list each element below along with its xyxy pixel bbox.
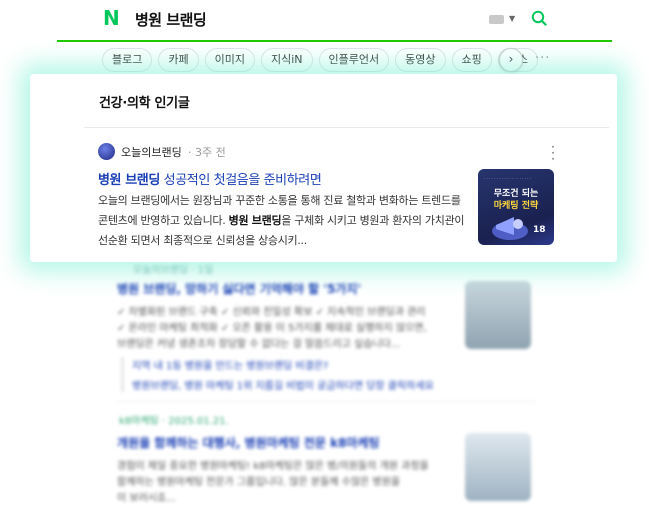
- result-title[interactable]: 병원 브랜딩, 망하기 싫다면 기억해야 할 '5가지': [117, 280, 361, 297]
- author-name[interactable]: 오늘의브랜딩: [121, 144, 182, 160]
- thumbnail-caption: · · · · · · · · · · · · · · · · · · ·: [484, 176, 532, 181]
- post-thumbnail[interactable]: · · · · · · · · · · · · · · · · · · · 무조…: [478, 169, 554, 245]
- search-query[interactable]: 병원 브랜딩: [135, 9, 207, 30]
- thumbnail-headline-accent: 마케팅 전략: [493, 201, 539, 211]
- image-count-badge: 18: [533, 225, 546, 235]
- result-snippet: 브랜딩은 커녕 생존조차 장담할 수 없다는 걸 말씀드리고 싶습니다...: [117, 339, 401, 350]
- post-title-rest: 성공적인 첫걸음을 준비하려면: [159, 173, 322, 188]
- tab-5[interactable]: 동영상: [395, 48, 446, 72]
- tab-0[interactable]: 블로그: [102, 48, 153, 72]
- result-title[interactable]: 개원을 함께하는 대행사, 병원마케팅 전문 k8마케팅: [117, 434, 380, 451]
- tab-1[interactable]: 카페: [158, 48, 199, 72]
- search-icon[interactable]: [531, 10, 547, 26]
- result-author: k8마케팅 · 2025.01.21.: [119, 416, 229, 427]
- tab-2[interactable]: 이미지: [204, 48, 255, 72]
- avatar[interactable]: [98, 143, 115, 160]
- megaphone-icon: [492, 217, 528, 240]
- result-divider: [117, 401, 537, 402]
- result-related-links: 지역 내 1등 병원을 만드는 병원브랜딩 비결은? 병원브랜딩, 병원 마케팅…: [121, 357, 434, 392]
- chevron-down-icon[interactable]: ▼: [509, 14, 515, 23]
- result-snippet: 이 보러시죠...: [117, 493, 176, 504]
- post-title-link[interactable]: 병원 브랜딩 성공적인 첫걸음을 준비하려면: [98, 169, 322, 188]
- tabs-next-button[interactable]: ›: [499, 48, 523, 72]
- snippet-keyword: 병원 브랜딩: [228, 214, 282, 227]
- tab-4[interactable]: 인플루언서: [318, 48, 390, 72]
- naver-logo[interactable]: N: [103, 8, 122, 28]
- more-options-icon[interactable]: ···: [535, 51, 550, 66]
- section-title: 건강·의학 인기글: [99, 96, 190, 111]
- result-thumbnail[interactable]: [465, 281, 531, 349]
- tab-6[interactable]: 쇼핑: [451, 48, 492, 72]
- blurred-results: 오늘의브랜딩 · 1일 병원 브랜딩, 망하기 싫다면 기억해야 할 '5가지'…: [93, 255, 538, 512]
- result-snippet: ✓ 차별화된 브랜드 구축 ✓ 신뢰와 친밀성 확보 ✓ 지속적인 브랜딩과 관…: [117, 307, 426, 318]
- result-snippet: ✓ 온라인 마케팅 최적화 ✓ 오픈 활용 이 5가지를 제대로 실행하지 않으…: [117, 323, 427, 334]
- result-snippet: 경험이 제일 중요한 병원마케팅! k8마케팅은 많은 병/의원들의 개원 과정…: [117, 461, 429, 472]
- related-link[interactable]: 병원브랜딩, 병원 마케팅 1위 지름길 비법이 궁금하다면 당장 클릭하세요: [132, 377, 434, 392]
- result-thumbnail[interactable]: [465, 433, 531, 501]
- keyboard-icon[interactable]: [489, 15, 504, 24]
- related-link[interactable]: 지역 내 1등 병원을 만드는 병원브랜딩 비결은?: [132, 357, 434, 372]
- popular-post-card: 건강·의학 인기글 오늘의브랜딩 · 3주 전 · · · 병원 브랜딩 성공적인 …: [30, 74, 617, 262]
- post-title-highlight: 병원 브랜딩: [98, 173, 160, 188]
- post-time: · 3주 전: [188, 146, 226, 159]
- result-snippet: 함께하는 병원마케팅 전문가 그룹입니다. 많은 분들께 수많은 병원을: [117, 477, 401, 488]
- section-divider: [84, 127, 609, 128]
- result-author: 오늘의브랜딩 · 1일: [133, 265, 214, 276]
- search-tabs: 블로그카페이미지지식iN인플루언서동영상쇼핑뉴스: [102, 48, 539, 74]
- tab-3[interactable]: 지식iN: [261, 48, 313, 72]
- search-header: N 병원 브랜딩 ▼: [57, 0, 612, 42]
- more-vertical-icon[interactable]: · · ·: [548, 141, 558, 165]
- post-snippet: 오늘의 브랜딩에서는 원장님과 꾸준한 소통을 통해 진료 철학과 변화하는 트…: [98, 191, 468, 251]
